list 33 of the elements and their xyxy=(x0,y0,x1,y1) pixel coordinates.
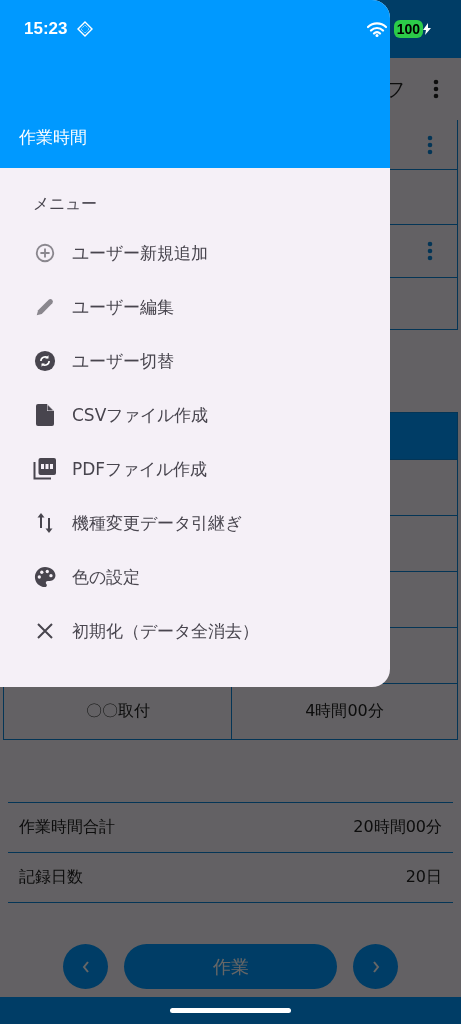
menu-item[interactable]: 初期化（データ全消去） xyxy=(0,604,390,658)
file-icon xyxy=(36,404,54,426)
pencil-icon xyxy=(34,296,56,318)
summary-label: 作業時間合計 xyxy=(19,817,115,838)
chevron-left-icon xyxy=(80,959,91,974)
pdf-file-icon xyxy=(33,457,57,481)
menu-item[interactable]: ユーザー切替 xyxy=(0,334,390,388)
add-circle-icon xyxy=(34,242,56,264)
menu-item[interactable]: ユーザー新規追加 xyxy=(0,226,390,280)
summary-label: 記録日数 xyxy=(19,867,83,888)
summary-value: 20日 xyxy=(405,867,442,888)
drawer-title: 作業時間 xyxy=(19,126,87,149)
previous-button[interactable] xyxy=(63,944,108,989)
menu-item[interactable]: PDFファイル作成 xyxy=(0,442,390,496)
menu-item[interactable]: 機種変更データ引継ぎ xyxy=(0,496,390,550)
battery-level: 100 xyxy=(393,20,423,38)
menu-item[interactable]: CSVファイル作成 xyxy=(0,388,390,442)
close-icon xyxy=(36,622,54,640)
summary-value: 20時間00分 xyxy=(353,817,442,838)
more-icon[interactable] xyxy=(433,79,439,99)
menu-item[interactable]: ユーザー編集 xyxy=(0,280,390,334)
clock-time: 15:23 xyxy=(24,19,68,39)
chevron-right-icon xyxy=(370,959,381,974)
more-icon[interactable] xyxy=(427,134,433,155)
diamond-icon xyxy=(77,21,94,37)
menu-item[interactable]: 色の設定 xyxy=(0,550,390,604)
more-icon[interactable] xyxy=(427,241,433,261)
palette-icon xyxy=(34,566,56,588)
next-button[interactable] xyxy=(353,944,398,989)
swap-vertical-icon xyxy=(37,512,53,534)
section-heading: メニュー xyxy=(32,193,98,215)
sync-icon xyxy=(34,350,56,372)
wifi-icon xyxy=(366,21,387,37)
